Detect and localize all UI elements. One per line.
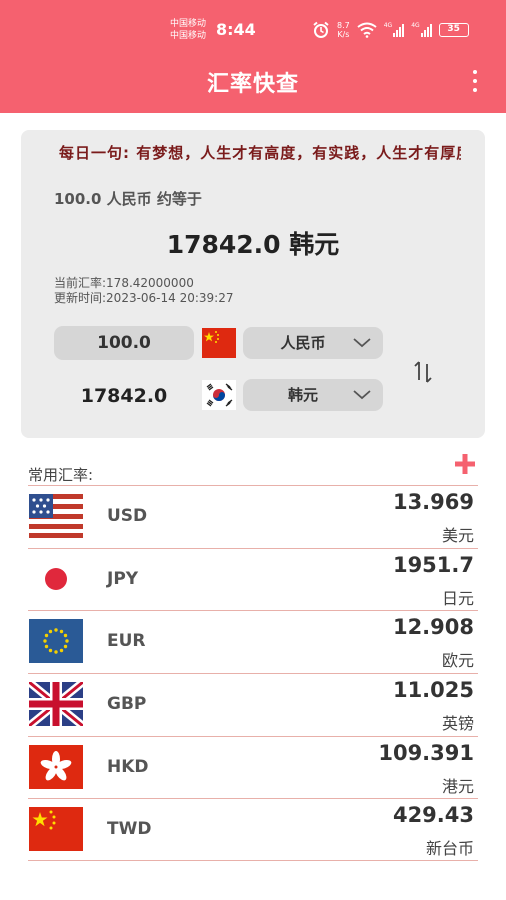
converted-amount: 17842.0 — [80, 385, 168, 407]
rate-info: 当前汇率:178.42000000 更新时间:2023-06-14 20:39:… — [54, 276, 234, 306]
status-bar: 中国移动 中国移动 8:44 8.7 K/s 4G 4G 35 — [0, 0, 506, 60]
rate-value: 11.025 — [392, 678, 474, 703]
add-icon[interactable] — [454, 453, 476, 475]
kr-flag-icon — [202, 380, 236, 410]
currency-name: 美元 — [441, 526, 474, 545]
network-speed: 8.7 K/s — [337, 21, 350, 39]
amount-input[interactable]: 100.0 — [54, 326, 194, 360]
from-currency-label: 人民币 — [280, 334, 326, 352]
speed-unit: K/s — [337, 30, 350, 39]
rates-list: USD 13.969 美元 JPY 1951.7 日元 EUR 12.908 欧… — [28, 485, 478, 862]
currency-code: JPY — [107, 568, 139, 589]
to-currency-select[interactable]: 韩元 — [243, 379, 383, 411]
currency-name: 日元 — [441, 588, 474, 608]
rate-row-gbp[interactable]: GBP 11.025 英镑 — [28, 673, 478, 736]
to-currency-label: 韩元 — [287, 386, 318, 404]
jp-flag-icon — [29, 556, 83, 601]
current-rate: 当前汇率:178.42000000 — [54, 276, 194, 290]
rate-value: 109.391 — [378, 740, 474, 765]
uk-flag-icon — [29, 682, 83, 727]
signal-icon: 4G — [411, 22, 432, 37]
app-bar: 中国移动 中国移动 8:44 8.7 K/s 4G 4G 35 汇率快查 — [0, 0, 506, 113]
wifi-icon — [357, 22, 377, 38]
conversion-result: 17842.0 韩元 — [166, 230, 340, 259]
clock: 8:44 — [216, 20, 256, 39]
conversion-summary: 100.0 人民币 约等于 — [54, 190, 202, 208]
common-rates-label: 常用汇率: — [28, 466, 94, 484]
carrier-info: 中国移动 中国移动 — [170, 18, 206, 42]
converter-card: 每日一句: 有梦想，人生才有高度，有实践，人生才有厚度 100.0 人民币 约等… — [21, 130, 485, 438]
chevron-down-icon — [353, 338, 371, 348]
more-menu-icon[interactable] — [470, 70, 480, 92]
network-type: 4G — [383, 22, 393, 29]
currency-code: GBP — [107, 694, 147, 715]
carrier-label: 中国移动 — [170, 31, 207, 41]
alarm-icon — [313, 21, 329, 38]
system-icons: 8.7 K/s 4G 4G 35 — [312, 20, 469, 40]
hk-flag-icon — [29, 744, 83, 789]
currency-code: TWD — [107, 819, 152, 840]
speed-value: 8.7 — [337, 21, 350, 30]
currency-code: HKD — [107, 756, 149, 777]
currency-code: USD — [107, 506, 148, 526]
currency-code: EUR — [107, 631, 146, 652]
rate-value: 12.908 — [392, 615, 474, 640]
chevron-down-icon — [353, 390, 371, 400]
rate-row-eur[interactable]: EUR 12.908 欧元 — [28, 610, 478, 673]
battery-icon: 35 — [438, 23, 469, 37]
rate-row-twd[interactable]: TWD 429.43 新台币 — [28, 798, 478, 862]
rate-value: 429.43 — [392, 803, 474, 828]
tw-flag-icon — [29, 807, 83, 852]
page-title: 汇率快查 — [206, 72, 299, 97]
network-type: 4G — [411, 22, 420, 29]
swap-icon[interactable] — [411, 358, 439, 386]
currency-name: 新台币 — [425, 839, 474, 859]
update-time: 更新时间:2023-06-14 20:39:27 — [54, 291, 234, 305]
cn-flag-icon — [202, 328, 236, 358]
rate-row-hkd[interactable]: HKD 109.391 港元 — [28, 735, 478, 799]
from-currency-select[interactable]: 人民币 — [243, 327, 383, 359]
us-flag-icon — [29, 494, 83, 538]
rate-value: 1951.7 — [392, 552, 474, 577]
rate-value: 13.969 — [392, 490, 474, 514]
carrier-label: 中国移动 — [170, 19, 207, 29]
rate-row-usd[interactable]: USD 13.969 美元 — [28, 485, 478, 548]
daily-quote: 每日一句: 有梦想，人生才有高度，有实践，人生才有厚度 — [59, 144, 461, 162]
eu-flag-icon — [29, 619, 83, 664]
currency-name: 英镑 — [441, 714, 474, 734]
signal-icon: 4G — [383, 22, 405, 37]
rate-row-jpy[interactable]: JPY 1951.7 日元 — [28, 547, 478, 611]
currency-name: 港元 — [441, 776, 474, 796]
currency-name: 欧元 — [441, 651, 474, 671]
